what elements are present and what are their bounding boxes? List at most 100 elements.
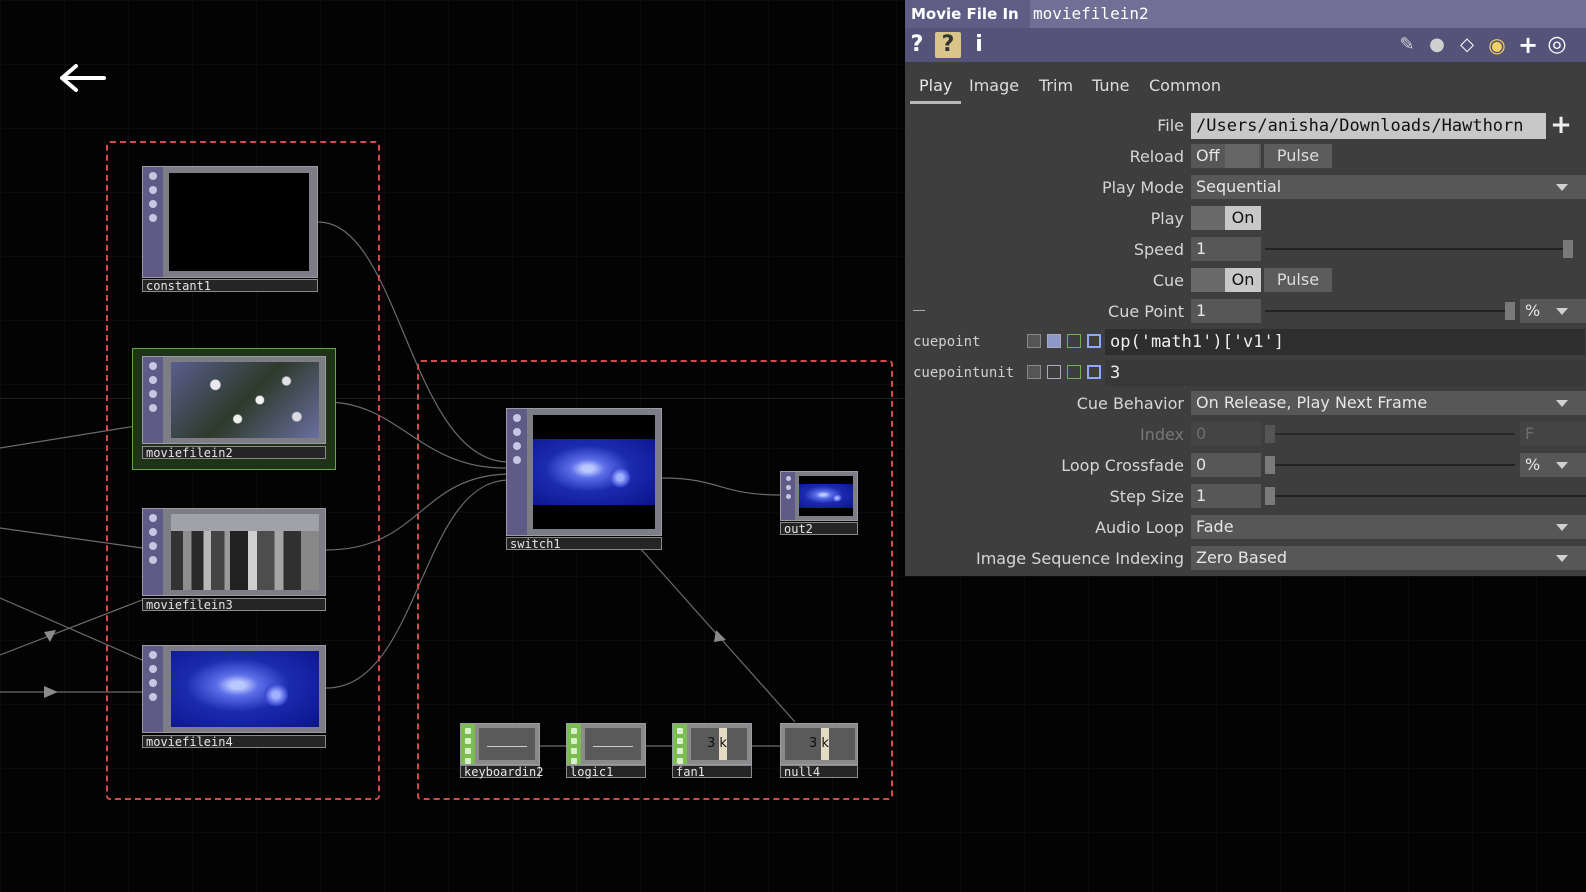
reload-label: Reload: [1129, 147, 1184, 166]
cuepointunit-expr-label: cuepointunit: [913, 365, 1015, 381]
active-tab-indicator: [910, 101, 961, 104]
tab-trim[interactable]: Trim: [1039, 76, 1073, 95]
expression-mode-icon[interactable]: [1047, 365, 1061, 379]
cue-toggle[interactable]: On: [1225, 268, 1261, 292]
loop-crossfade-slider[interactable]: [1265, 464, 1515, 466]
chop-value: 3 k: [707, 736, 727, 751]
play-mode-dropdown[interactable]: Sequential: [1191, 175, 1586, 199]
node-sidebar: [143, 357, 163, 443]
node-constant1[interactable]: constant1: [142, 166, 318, 292]
tab-tune[interactable]: Tune: [1092, 76, 1129, 95]
file-field[interactable]: /Users/anisha/Downloads/Hawthorn: [1191, 113, 1546, 139]
node-label: null4: [780, 765, 858, 778]
help-icon[interactable]: ?: [905, 32, 929, 58]
node-moviefilein3[interactable]: moviefilein3: [142, 508, 326, 612]
tab-common[interactable]: Common: [1149, 76, 1221, 95]
cue-toggle-knob: [1191, 268, 1225, 292]
python-help-icon[interactable]: ?: [935, 32, 961, 58]
node-fan1[interactable]: 3 k fan1: [672, 723, 752, 778]
step-size-slider-handle[interactable]: [1265, 487, 1275, 505]
step-size-field[interactable]: 1: [1191, 484, 1261, 508]
info-icon[interactable]: i: [967, 32, 991, 58]
bind-mode-icon[interactable]: [1087, 334, 1101, 348]
cue-point-slider-handle[interactable]: [1505, 302, 1515, 320]
cue-point-field[interactable]: 1: [1191, 299, 1261, 323]
reload-toggle-knob: [1225, 144, 1259, 168]
node-label: fan1: [672, 765, 752, 778]
reload-pulse-button[interactable]: Pulse: [1264, 144, 1332, 168]
file-add-icon[interactable]: +: [1549, 112, 1573, 138]
cue-behavior-dropdown[interactable]: On Release, Play Next Frame: [1191, 391, 1586, 415]
chop-viewer: [479, 728, 535, 760]
jellyfish-thumbnail: [171, 651, 319, 727]
loop-crossfade-unit-dropdown[interactable]: %: [1520, 453, 1586, 477]
node-out2[interactable]: out2: [780, 471, 858, 535]
flower-thumbnail: [171, 362, 319, 438]
node-body: [142, 356, 326, 444]
jellyfish-thumbnail: [799, 476, 853, 516]
node-body: 3 k: [780, 723, 858, 765]
speed-field[interactable]: 1: [1191, 237, 1261, 261]
chop-viewer: 3 k: [785, 728, 855, 760]
node-sidebar: [143, 167, 163, 277]
play-toggle[interactable]: On: [1225, 206, 1261, 230]
node-sidebar: [143, 509, 163, 595]
step-size-slider[interactable]: [1265, 495, 1586, 497]
cuepoint-expression-field[interactable]: op('math1')['v1']: [1105, 329, 1585, 355]
audio-loop-dropdown[interactable]: Fade: [1191, 515, 1586, 539]
operator-type: Movie File In: [911, 5, 1019, 23]
cuepointunit-expression-field[interactable]: 3: [1105, 360, 1585, 386]
export-mode-icon[interactable]: [1067, 334, 1081, 348]
constant-mode-icon[interactable]: [1027, 365, 1041, 379]
node-label: logic1: [566, 765, 646, 778]
loop-crossfade-field[interactable]: 0: [1191, 453, 1261, 477]
node-label: constant1: [142, 279, 318, 292]
export-mode-icon[interactable]: [1067, 365, 1081, 379]
node-keyboardin2[interactable]: keyboardin2: [460, 723, 543, 778]
parameter-tabs: Play Image Trim Tune Common: [905, 62, 1586, 104]
reload-value: Off: [1196, 146, 1220, 165]
cue-point-unit-chevron-down-icon: [1556, 308, 1568, 315]
image-sequence-indexing-dropdown[interactable]: Zero Based: [1191, 546, 1586, 570]
loop-crossfade-slider-handle[interactable]: [1265, 456, 1275, 474]
tab-image[interactable]: Image: [969, 76, 1019, 95]
jellyfish-thumbnail: [533, 415, 655, 529]
panel-titlebar: Movie File In moviefilein2: [905, 0, 1586, 28]
operator-name-field[interactable]: moviefilein2: [1030, 0, 1586, 28]
node-body: 3 k: [672, 723, 752, 765]
node-logic1[interactable]: logic1: [566, 723, 646, 778]
node-moviefilein4[interactable]: moviefilein4: [142, 645, 326, 749]
expression-mode-icon[interactable]: [1047, 334, 1061, 348]
index-field: 0: [1191, 422, 1261, 446]
chop-viewer: 3 k: [691, 728, 747, 760]
play-mode-label: Play Mode: [1101, 178, 1184, 197]
node-sidebar: [567, 724, 581, 764]
chop-value: 3 k: [809, 736, 829, 751]
comment-icon[interactable]: ●: [1425, 32, 1449, 58]
node-label: out2: [780, 522, 858, 535]
cue-point-slider[interactable]: [1265, 310, 1515, 312]
speed-slider[interactable]: [1265, 248, 1565, 250]
play-mode-chevron-down-icon: [1556, 184, 1568, 191]
target-icon[interactable]: ◎: [1545, 32, 1569, 58]
constant-mode-icon[interactable]: [1027, 334, 1041, 348]
tab-play[interactable]: Play: [919, 76, 952, 95]
file-label: File: [1157, 116, 1184, 135]
city-thumbnail: [171, 514, 319, 590]
index-label: Index: [1139, 425, 1184, 444]
eraser-icon[interactable]: ◇: [1455, 32, 1479, 58]
edit-icon[interactable]: ✎: [1395, 32, 1419, 58]
loop-crossfade-label: Loop Crossfade: [1061, 456, 1184, 475]
bind-mode-icon[interactable]: [1087, 365, 1101, 379]
node-sidebar: [507, 409, 527, 535]
speed-slider-handle[interactable]: [1563, 240, 1573, 258]
python-icon[interactable]: ◉: [1485, 32, 1509, 58]
collapse-dash-icon[interactable]: [913, 310, 925, 311]
node-switch1[interactable]: switch1: [506, 408, 662, 550]
node-null4[interactable]: 3 k null4: [780, 723, 858, 778]
cue-pulse-button[interactable]: Pulse: [1264, 268, 1332, 292]
plus-icon[interactable]: +: [1516, 32, 1540, 58]
node-moviefilein2[interactable]: moviefilein2: [142, 356, 326, 460]
cue-point-unit-dropdown[interactable]: %: [1520, 299, 1586, 323]
cue-point-label: Cue Point: [1108, 302, 1184, 321]
